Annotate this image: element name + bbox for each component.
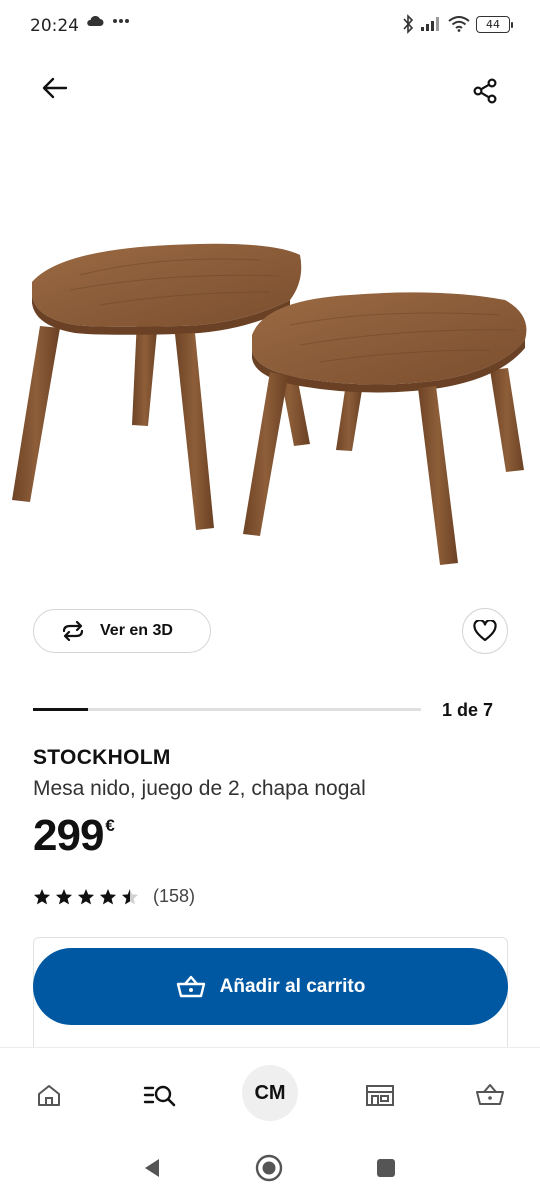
product-price: 299 € [33, 814, 115, 858]
star-icon [78, 888, 94, 904]
add-to-cart-label: Añadir al carrito [219, 975, 366, 997]
more-dots-icon [113, 19, 129, 23]
star-icon [100, 888, 116, 904]
arrow-left-icon [42, 77, 68, 99]
system-recents-button[interactable] [369, 1151, 403, 1185]
product-name: STOCKHOLM [33, 746, 171, 769]
profile-initials: CM [254, 1081, 286, 1104]
star-icon [122, 888, 138, 904]
share-icon [473, 78, 497, 104]
bottom-nav: CM [0, 1047, 540, 1133]
signal-icon [421, 17, 439, 31]
price-value: 299 [33, 811, 104, 860]
rating-count: (158) [153, 886, 196, 906]
cloud-icon [87, 15, 104, 26]
heart-icon [473, 620, 497, 642]
status-time: 20:24 [30, 16, 79, 36]
home-circle-icon [255, 1154, 283, 1182]
view-3d-button[interactable]: Ver en 3D [33, 609, 211, 653]
product-description: Mesa nido, juego de 2, chapa nogal [33, 777, 366, 800]
star-icon [56, 888, 72, 904]
recents-square-icon [377, 1159, 395, 1177]
product-image[interactable] [0, 200, 540, 580]
product-rating[interactable]: (158) [33, 886, 195, 907]
basket-icon [476, 1084, 504, 1105]
nav-search[interactable] [133, 1068, 187, 1122]
bluetooth-icon [403, 14, 414, 34]
nav-profile[interactable]: CM [242, 1065, 298, 1121]
search-list-icon [143, 1085, 176, 1107]
gallery-progress-fill [33, 708, 89, 711]
home-icon [38, 1085, 60, 1106]
nav-store[interactable] [353, 1068, 407, 1122]
star-icon [34, 888, 50, 904]
store-icon [366, 1085, 394, 1106]
nav-cart[interactable] [463, 1068, 517, 1122]
nesting-tables-illustration [12, 243, 527, 565]
view-3d-label: Ver en 3D [100, 622, 173, 639]
battery-icon: 44 [476, 15, 513, 33]
system-home-button[interactable] [252, 1151, 286, 1185]
share-button[interactable] [463, 69, 507, 113]
gallery-counter: 1 de 7 [442, 700, 494, 720]
nav-home[interactable] [22, 1068, 76, 1122]
status-bar: 20:24 44 [0, 0, 540, 54]
system-back-button[interactable] [135, 1151, 169, 1185]
price-currency: € [105, 816, 115, 835]
top-bar [0, 60, 540, 120]
rotate-3d-icon [62, 621, 84, 641]
gallery-progress [33, 708, 421, 711]
back-button[interactable] [33, 66, 77, 110]
system-nav [0, 1133, 540, 1200]
basket-icon [176, 975, 205, 997]
rating-stars [33, 888, 139, 906]
back-triangle-icon [145, 1159, 159, 1177]
wifi-icon [448, 16, 470, 32]
favorite-button[interactable] [462, 608, 508, 654]
add-to-cart-button[interactable]: Añadir al carrito [33, 948, 508, 1025]
